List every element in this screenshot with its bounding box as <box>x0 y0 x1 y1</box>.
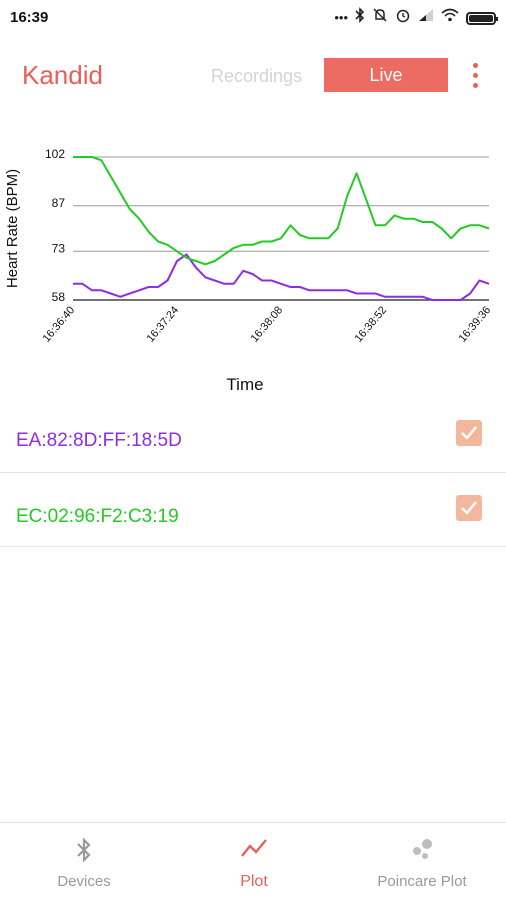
series-line <box>73 253 490 301</box>
more-vert-icon[interactable] <box>468 62 482 90</box>
alarm-icon <box>395 7 411 29</box>
checkmark-icon <box>461 426 477 440</box>
line-chart-icon <box>240 837 268 864</box>
nav-poincare-plot[interactable]: Poincare Plot <box>338 823 506 901</box>
signal-icon <box>418 8 434 28</box>
device-checkbox[interactable] <box>456 495 482 521</box>
y-tick-label: 87 <box>52 196 66 210</box>
y-tick-label: 102 <box>45 147 65 161</box>
x-axis-label: Time <box>226 375 263 394</box>
y-tick-label: 73 <box>52 241 66 255</box>
x-tick-label: 16:37:24 <box>145 304 182 345</box>
device-checkbox[interactable] <box>456 420 482 446</box>
tab-live[interactable]: Live <box>324 58 448 92</box>
x-tick-label: 16:36:40 <box>41 304 78 345</box>
y-axis-label: Heart Rate (BPM) <box>4 169 21 288</box>
bluetooth-icon <box>355 7 365 29</box>
nav-devices[interactable]: Devices <box>0 823 168 901</box>
device-row[interactable]: EA:82:8D:FF:18:5D <box>0 398 506 473</box>
x-tick-label: 16:38:08 <box>249 304 286 345</box>
checkmark-icon <box>461 501 477 515</box>
nav-label: Devices <box>57 873 111 890</box>
x-tick-label: 16:38:52 <box>353 304 390 345</box>
status-icons: ••• <box>334 7 498 29</box>
bluetooth-icon <box>76 837 92 868</box>
bottom-nav: Devices Plot Poincare Plot <box>0 822 506 901</box>
nav-plot[interactable]: Plot <box>170 823 338 901</box>
scatter-dots-icon <box>409 837 435 866</box>
status-bar: 16:39 ••• <box>0 0 506 36</box>
device-label: EC:02:96:F2:C3:19 <box>16 506 179 527</box>
series-line <box>73 156 490 266</box>
nav-label: Plot <box>240 873 268 890</box>
battery-icon <box>466 11 498 25</box>
muted-bell-icon <box>372 7 388 29</box>
device-row[interactable]: EC:02:96:F2:C3:19 <box>0 472 506 547</box>
y-tick-label: 58 <box>52 290 66 304</box>
app-bar: Kandid Recordings Live <box>0 36 506 116</box>
status-time: 16:39 <box>10 9 49 26</box>
app-title: Kandid <box>22 60 103 90</box>
nav-label: Poincare Plot <box>377 873 467 890</box>
tab-recordings[interactable]: Recordings <box>211 66 302 87</box>
device-label: EA:82:8D:FF:18:5D <box>16 430 182 451</box>
heart-rate-chart: 102 87 73 58 Heart Rate (BPM) 16:36:40 16:37:2… <box>4 147 494 394</box>
wifi-icon <box>441 8 459 28</box>
x-tick-label: 16:39:36 <box>457 304 494 345</box>
more-dots-icon: ••• <box>334 10 348 25</box>
